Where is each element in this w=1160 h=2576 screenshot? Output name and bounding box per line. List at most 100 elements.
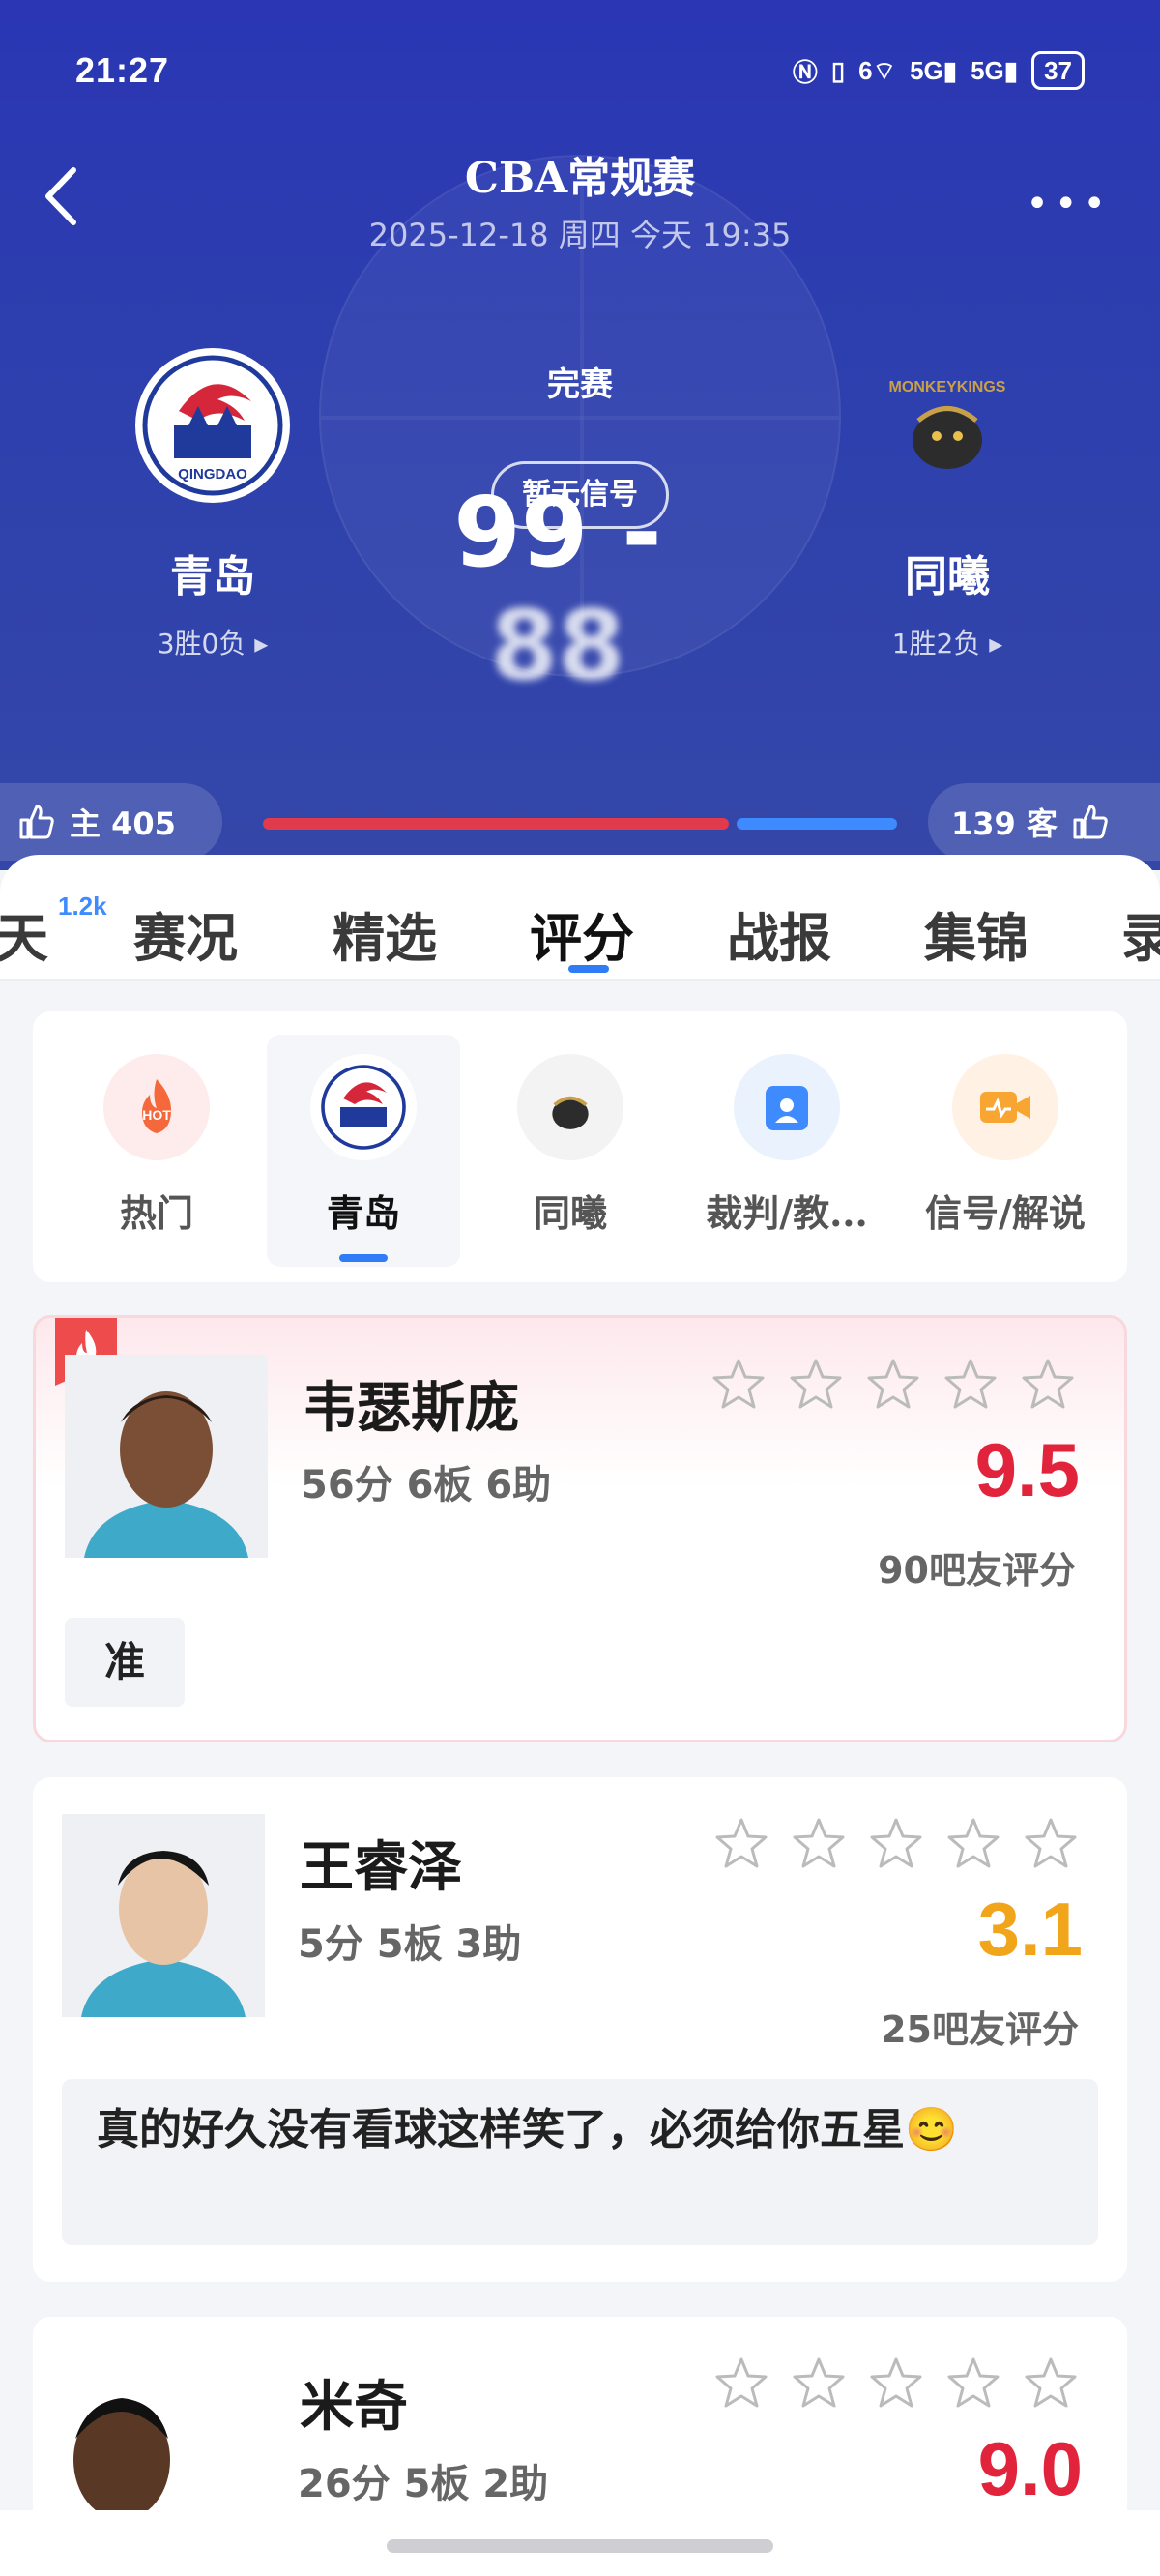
- rating-filter: HOT 热门 青岛 同曦 裁判/教... 信号/解说: [33, 1011, 1127, 1282]
- tongxi-small-logo: [517, 1054, 624, 1160]
- match-header: 21:27 Ⓝ ▯ 6⌔ 5G▮ 5G▮ 37 CBA常规赛 2025-12-1…: [0, 0, 1160, 870]
- signal-icon: 5G▮: [910, 55, 958, 85]
- home-team-record[interactable]: 3胜0负 ▸: [97, 623, 329, 661]
- player-photo: [62, 1814, 265, 2017]
- filter-qingdao[interactable]: 青岛: [267, 1035, 460, 1267]
- video-camera-icon: [952, 1054, 1058, 1160]
- player-rating-card[interactable]: 王睿泽 5分 5板 3助 3.1 25吧友评分 真的好久没有看球这样笑了，必须给…: [33, 1777, 1127, 2282]
- svg-text:HOT: HOT: [142, 1107, 171, 1123]
- content-tabs: 天 1.2k 赛况 精选 评分 战报 集锦 录: [0, 855, 1160, 981]
- star-rating-input[interactable]: [713, 2356, 1079, 2412]
- vibrate-icon: ▯: [830, 55, 846, 85]
- star-icon[interactable]: [788, 1357, 844, 1413]
- home-like-button[interactable]: 主 405: [0, 783, 222, 861]
- top-comment[interactable]: 真的好久没有看球这样笑了，必须给你五星😊: [62, 2079, 1098, 2245]
- away-team[interactable]: MONKEYKINGS 同曦 1胜2负 ▸: [831, 348, 1063, 661]
- star-icon[interactable]: [710, 1357, 767, 1413]
- svg-text:QINGDAO: QINGDAO: [178, 466, 247, 483]
- player-score: 9.0: [977, 2426, 1083, 2511]
- away-like-count: 139 客: [951, 805, 1058, 842]
- star-icon[interactable]: [713, 1816, 769, 1872]
- comment-tag[interactable]: 准: [65, 1618, 185, 1707]
- star-icon[interactable]: [791, 2356, 847, 2412]
- tab-clips[interactable]: 集锦: [924, 895, 1029, 972]
- star-icon[interactable]: [868, 1816, 924, 1872]
- player-rating-card[interactable]: 韦瑟斯庞 56分 6板 6助 9.5 90吧友评分 准: [33, 1315, 1127, 1742]
- filter-label: 信号/解说: [925, 1191, 1086, 1235]
- match-time: 2025-12-18 周四 今天 19:35: [368, 217, 792, 253]
- rating-count: 90吧友评分: [878, 1549, 1076, 1592]
- wifi-icon: 6⌔: [858, 55, 897, 85]
- player-name: 韦瑟斯庞: [303, 1376, 519, 1440]
- person-card-icon: [734, 1054, 840, 1160]
- qingdao-logo: QINGDAO: [135, 348, 290, 503]
- star-icon[interactable]: [713, 2356, 769, 2412]
- star-icon[interactable]: [865, 1357, 921, 1413]
- rating-count: 25吧友评分: [881, 2008, 1079, 2051]
- star-icon[interactable]: [868, 2356, 924, 2412]
- tab-recording[interactable]: 录: [1121, 895, 1160, 972]
- selected-filter-indicator: [339, 1254, 388, 1262]
- filter-referee-coach[interactable]: 裁判/教...: [690, 1035, 884, 1267]
- tab-report[interactable]: 战报: [727, 895, 831, 972]
- more-options-icon[interactable]: •••: [1026, 182, 1112, 226]
- qingdao-small-logo: [310, 1054, 417, 1160]
- filter-signal-commentary[interactable]: 信号/解说: [909, 1035, 1102, 1267]
- player-stats: 5分 5板 3助: [298, 1922, 522, 1967]
- fan-like-bar: 主 405 139 客: [0, 783, 1160, 861]
- star-icon[interactable]: [945, 1816, 1001, 1872]
- gesture-nav-bar: [0, 2510, 1160, 2576]
- signal-icon-2: 5G▮: [971, 55, 1019, 85]
- eagle-logo-icon: QINGDAO: [142, 355, 283, 496]
- tab-game-status[interactable]: 赛况: [133, 895, 238, 972]
- star-icon[interactable]: [1020, 1357, 1076, 1413]
- star-icon[interactable]: [1023, 2356, 1079, 2412]
- home-like-ratio-bar: [263, 818, 729, 830]
- tab-highlights-picks[interactable]: 精选: [333, 895, 437, 972]
- status-time: 21:27: [75, 50, 170, 90]
- player-score: 3.1: [977, 1887, 1083, 1972]
- home-score: 99: [453, 476, 589, 589]
- filter-label: 裁判/教...: [706, 1191, 868, 1235]
- scoreline: 99 - 88: [387, 476, 729, 702]
- away-like-button[interactable]: 139 客: [928, 783, 1160, 861]
- player-score: 9.5: [974, 1427, 1080, 1512]
- svg-text:MONKEYKINGS: MONKEYKINGS: [889, 379, 1006, 395]
- away-team-name: 同曦: [905, 552, 990, 601]
- star-rating-input[interactable]: [713, 1816, 1079, 1872]
- home-team-name: 青岛: [170, 552, 255, 601]
- player-stats: 26分 5板 2助: [298, 2462, 549, 2506]
- filter-label: 热门: [119, 1191, 193, 1235]
- filter-label: 青岛: [326, 1191, 400, 1235]
- filter-tongxi[interactable]: 同曦: [474, 1035, 667, 1267]
- monkey-king-logo-icon: MONKEYKINGS: [889, 379, 1006, 469]
- home-team[interactable]: QINGDAO 青岛 3胜0负 ▸: [97, 348, 329, 661]
- score-separator: -: [622, 476, 662, 589]
- active-tab-indicator: [568, 965, 609, 973]
- star-rating-input[interactable]: [710, 1357, 1076, 1413]
- home-indicator[interactable]: [387, 2539, 773, 2553]
- match-state: 完赛: [547, 366, 613, 404]
- thumbs-up-icon: [19, 805, 54, 839]
- page-title: CBA常规赛: [464, 154, 696, 203]
- away-score: 88: [490, 589, 625, 702]
- thumbs-up-icon-away: [1073, 805, 1108, 839]
- star-icon[interactable]: [942, 1357, 999, 1413]
- star-icon[interactable]: [791, 1816, 847, 1872]
- away-team-record[interactable]: 1胜2负 ▸: [831, 623, 1063, 661]
- filter-hot[interactable]: HOT 热门: [60, 1035, 253, 1267]
- hot-icon: HOT: [103, 1054, 210, 1160]
- tab-chat[interactable]: 天: [0, 895, 48, 972]
- player-name: 王睿泽: [300, 1835, 462, 1899]
- player-stats: 56分 6板 6助: [301, 1463, 552, 1508]
- status-icons: Ⓝ ▯ 6⌔ 5G▮ 5G▮ 37: [793, 51, 1085, 90]
- player-name: 米奇: [300, 2375, 408, 2439]
- star-icon[interactable]: [945, 2356, 1001, 2412]
- filter-label: 同曦: [533, 1191, 607, 1235]
- nfc-icon: Ⓝ: [792, 57, 818, 87]
- star-icon[interactable]: [1023, 1816, 1079, 1872]
- score-center: 完赛 99 - 88 暂无信号: [387, 358, 773, 702]
- player-photo: [65, 1355, 268, 1558]
- tab-ratings[interactable]: 评分: [530, 895, 634, 973]
- home-like-count: 主 405: [70, 805, 176, 842]
